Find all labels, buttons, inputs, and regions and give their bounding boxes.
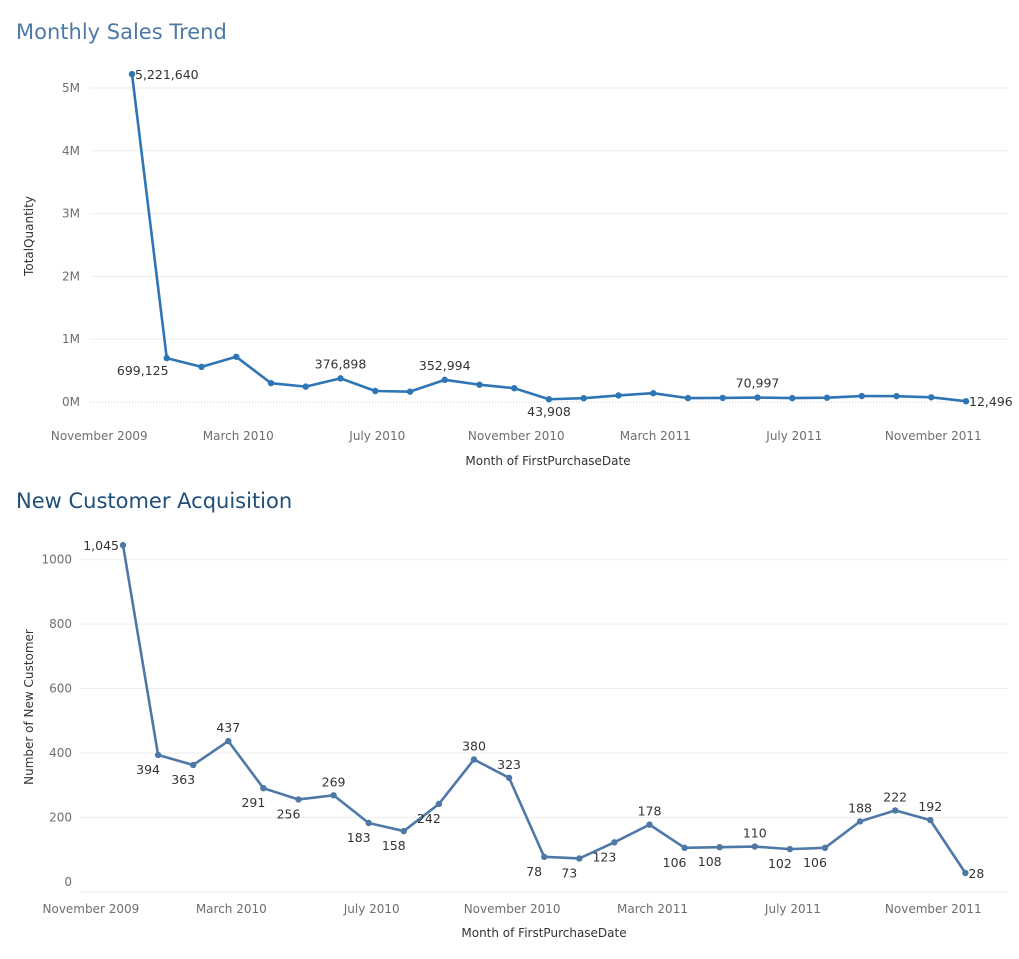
customer-data-point — [681, 844, 688, 852]
y-tick-label: 1000 — [41, 553, 72, 567]
customer-data-label: 188 — [848, 800, 872, 815]
customer-data-label: 323 — [497, 757, 521, 772]
customer-data-label: 78 — [526, 864, 542, 879]
x-tick-label: November 2009 — [43, 902, 140, 916]
customer-data-label: 222 — [883, 789, 907, 804]
customer-data-point — [611, 839, 618, 846]
customer-data-label: 158 — [382, 838, 406, 853]
customer-data-label: 123 — [592, 849, 616, 864]
y-tick-label: 600 — [49, 682, 72, 696]
y-tick-label: 200 — [49, 811, 72, 825]
customer-data-point — [786, 845, 794, 853]
customer-data-point — [576, 855, 583, 862]
customer-data-label: 437 — [216, 720, 240, 735]
x-axis-title: Month of FirstPurchaseDate — [461, 926, 626, 940]
customer-data-point — [260, 784, 267, 792]
customer-data-point — [927, 816, 934, 824]
customer-data-label: 102 — [768, 856, 792, 871]
customer-data-label: 73 — [561, 865, 577, 880]
customer-series-line — [121, 544, 967, 874]
customer-data-point — [154, 751, 162, 759]
customer-data-label: 256 — [277, 806, 301, 821]
customer-data-label: 106 — [663, 855, 687, 870]
customer-data-point — [646, 821, 653, 828]
customer-data-point — [435, 800, 443, 808]
y-axis-title: Number of New Customer — [22, 629, 36, 785]
customer-data-point — [119, 541, 127, 549]
x-tick-label: November 2010 — [464, 902, 561, 916]
customer-data-point — [470, 756, 478, 763]
y-tick-label: 800 — [49, 617, 72, 631]
customer-data-point — [856, 818, 864, 825]
customer-data-point — [716, 843, 723, 851]
customer-data-label: 269 — [322, 774, 346, 789]
customer-data-point — [892, 807, 899, 814]
customer-data-label: 380 — [462, 738, 486, 753]
x-tick-label: March 2010 — [196, 902, 267, 916]
customer-data-point — [365, 819, 372, 827]
customer-data-point — [505, 774, 513, 782]
customer-data-point — [330, 792, 337, 799]
customer-data-point — [541, 853, 548, 861]
customer-data-point — [400, 827, 407, 835]
customer-data-label: 108 — [698, 854, 722, 869]
customer-data-label: 363 — [171, 772, 195, 787]
customer-data-label: 394 — [136, 762, 160, 777]
customer-data-label: 178 — [638, 804, 662, 819]
customer-data-label: 242 — [417, 811, 441, 826]
customer-data-point — [821, 844, 829, 852]
x-tick-label: November 2011 — [885, 902, 982, 916]
customer-data-label: 28 — [968, 866, 984, 881]
y-tick-label: 400 — [49, 746, 72, 760]
customer-data-label: 110 — [743, 826, 767, 841]
customer-data-label: 1,045 — [83, 538, 119, 553]
customer-data-point — [225, 737, 232, 745]
x-tick-label: July 2011 — [764, 902, 821, 916]
customer-data-point — [190, 761, 197, 769]
customer-data-point — [295, 796, 302, 803]
customer-data-point — [751, 843, 758, 850]
x-tick-label: July 2010 — [343, 902, 400, 916]
customer-data-label: 291 — [241, 795, 265, 810]
customer-data-label: 183 — [347, 830, 371, 845]
customer-data-label: 106 — [803, 855, 827, 870]
y-tick-label: 0 — [64, 875, 72, 889]
customer-data-label: 192 — [918, 799, 942, 814]
customer-acquisition-chart: 0 200 400 600 800 1000 November 2009 March 2010… — [22, 538, 1008, 940]
x-tick-label: March 2011 — [617, 902, 688, 916]
